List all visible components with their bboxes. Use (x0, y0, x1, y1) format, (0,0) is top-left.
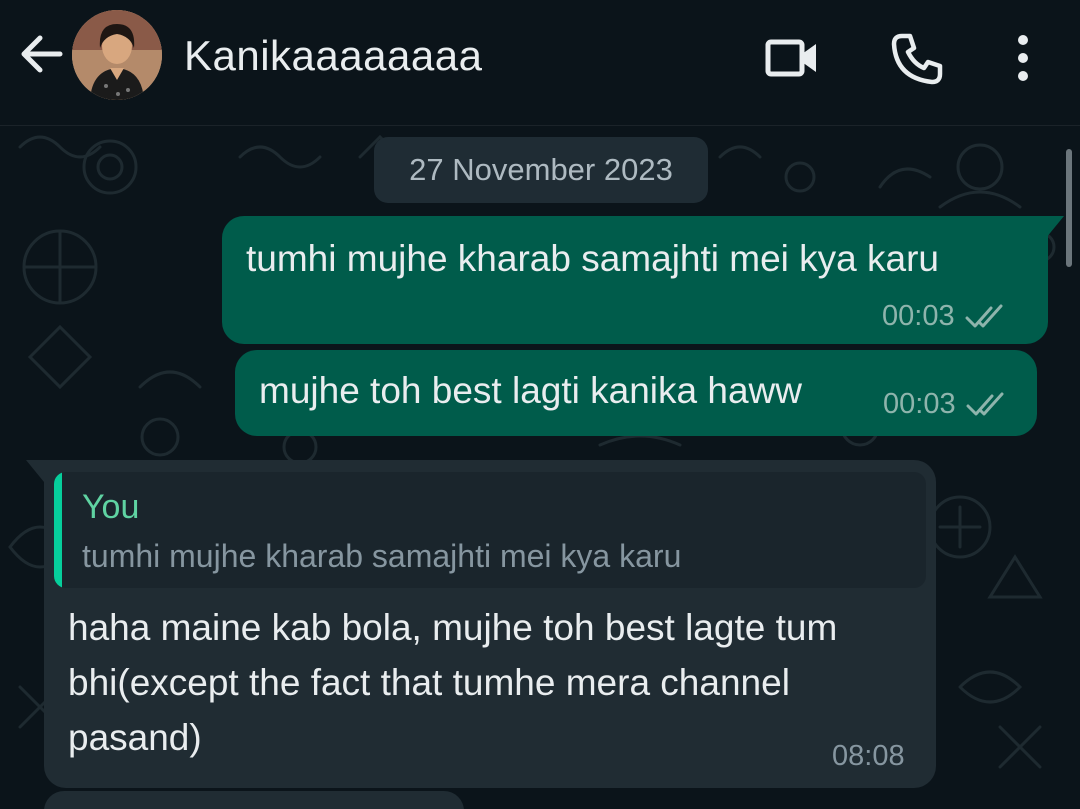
message-meta: 00:03 (882, 300, 1005, 333)
more-vertical-icon (1018, 35, 1028, 81)
video-call-button[interactable] (764, 30, 820, 86)
bubble-tail (26, 460, 44, 482)
message-time: 00:03 (883, 388, 956, 420)
phone-icon (891, 33, 943, 85)
more-options-button[interactable] (1000, 30, 1046, 86)
double-check-icon (966, 392, 1004, 415)
message-text: mujhe toh best lagti kanika haww (259, 370, 802, 411)
outgoing-message[interactable]: tumhi mujhe kharab samajhti mei kya karu… (222, 216, 1048, 344)
contact-name[interactable]: Kanikaaaaaaaa (184, 32, 482, 80)
outgoing-message[interactable]: mujhe toh best lagti kanika haww 00:03 (235, 350, 1037, 436)
bubble-tail (1046, 216, 1064, 238)
back-button[interactable] (18, 30, 66, 78)
message-time: 00:03 (882, 300, 955, 332)
message-meta: 00:03 (883, 388, 1006, 421)
double-check-icon (965, 304, 1003, 327)
incoming-message[interactable]: You tumhi mujhe kharab samajhti mei kya … (44, 460, 936, 788)
quote-author: You (82, 488, 140, 526)
incoming-message-partial[interactable] (44, 791, 464, 809)
quoted-message[interactable]: You tumhi mujhe kharab samajhti mei kya … (54, 472, 926, 588)
chat-screen: Kanikaaaaaaaa 27 November 2023 tumhi muj… (0, 0, 1080, 809)
video-call-icon (765, 39, 816, 77)
message-time: 08:08 (832, 740, 905, 772)
arrow-left-icon (21, 35, 63, 73)
scrollbar[interactable] (1066, 149, 1072, 267)
contact-avatar[interactable] (72, 10, 162, 100)
message-text: haha maine kab bola, mujhe toh best lagt… (68, 607, 838, 758)
message-list[interactable]: 27 November 2023 tumhi mujhe kharab sama… (0, 127, 1080, 809)
voice-call-button[interactable] (888, 30, 944, 86)
chat-header: Kanikaaaaaaaa (0, 0, 1080, 126)
avatar-image (72, 10, 162, 100)
quote-text: tumhi mujhe kharab samajhti mei kya karu (82, 538, 682, 574)
message-text: tumhi mujhe kharab samajhti mei kya karu (246, 238, 940, 279)
quote-accent-bar (54, 472, 62, 588)
date-separator: 27 November 2023 (374, 137, 708, 203)
